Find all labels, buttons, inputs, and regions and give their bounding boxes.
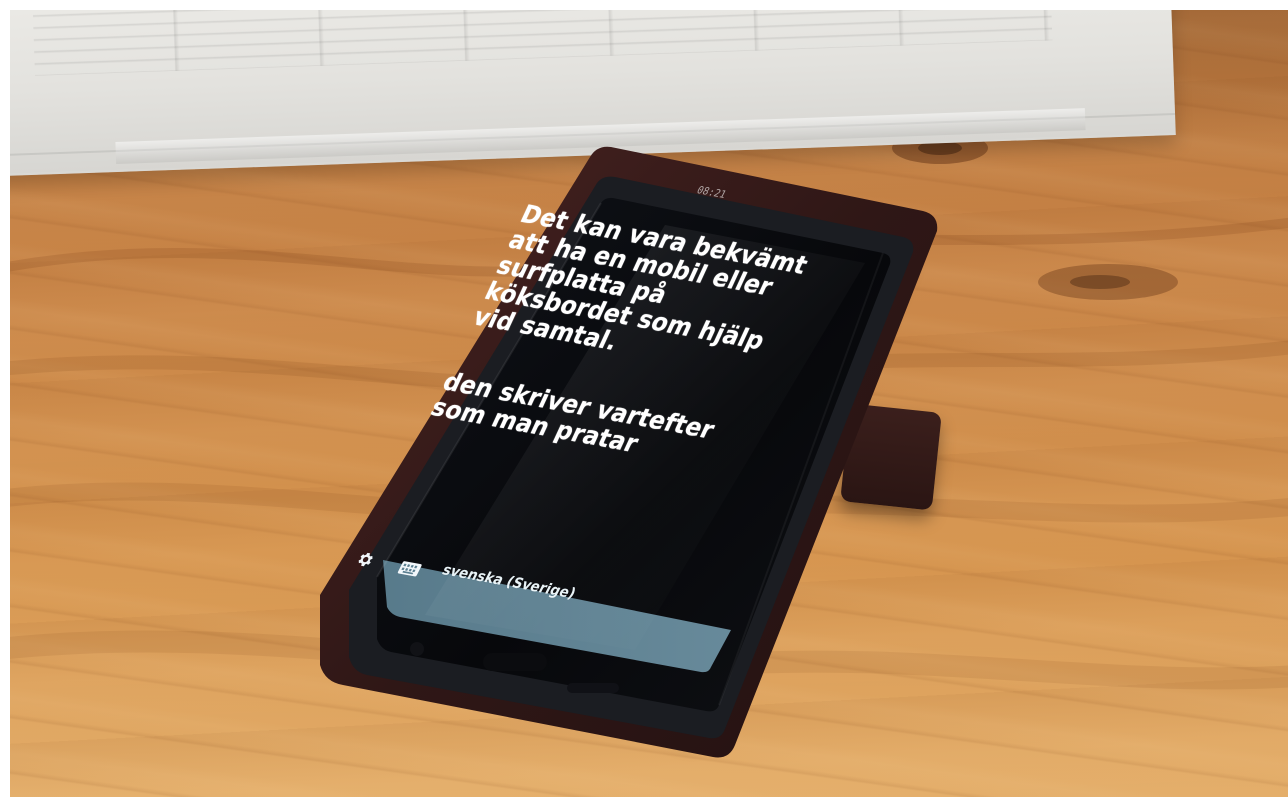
photo-frame bbox=[10, 10, 1288, 797]
newspaper-text bbox=[32, 10, 1053, 76]
phone-in-wallet-case bbox=[320, 146, 938, 758]
